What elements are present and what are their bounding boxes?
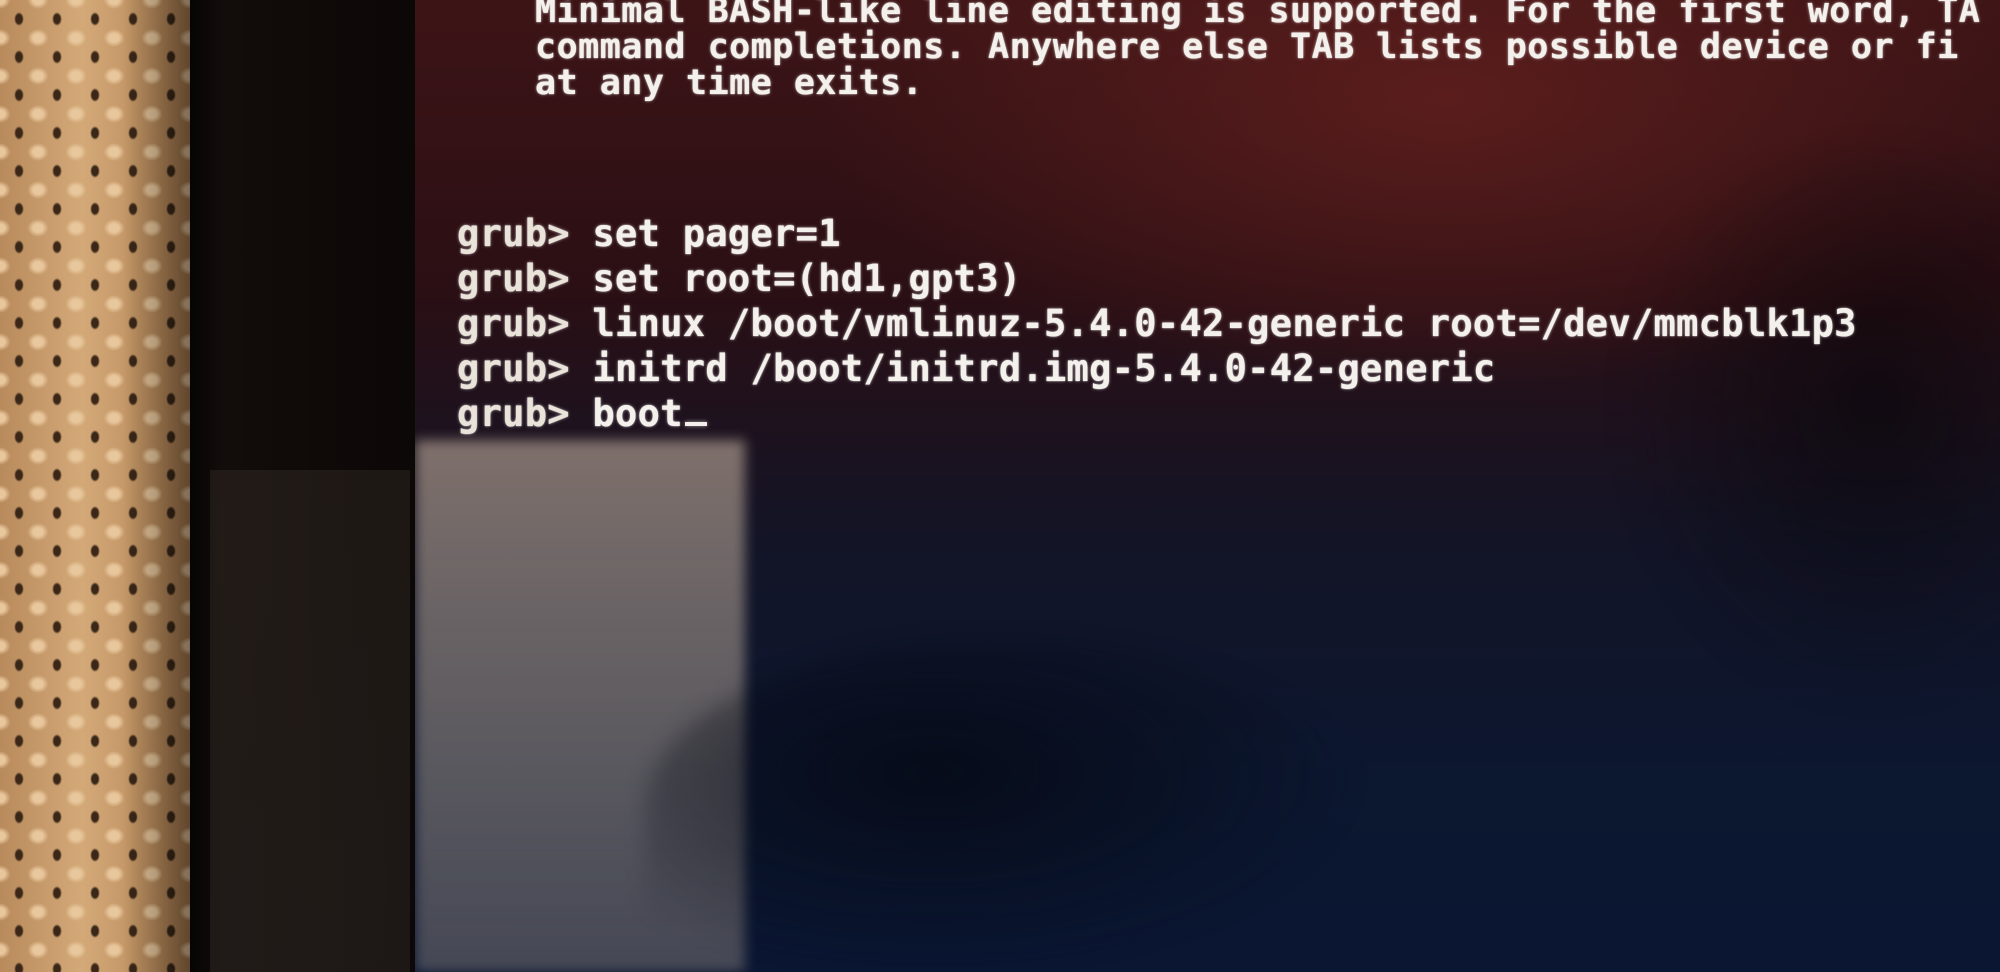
help-text-line-2: command completions. Anywhere else TAB l… <box>535 27 1959 67</box>
command-line-4: grub> initrd /boot/initrd.img-5.4.0-42-g… <box>457 350 1496 387</box>
command-text: initrd /boot/initrd.img-5.4.0-42-generic <box>592 347 1496 390</box>
command-text: set pager=1 <box>592 212 841 255</box>
photo-scene: Minimal BASH-like line editing is suppor… <box>0 0 2000 972</box>
laptop-screen: Minimal BASH-like line editing is suppor… <box>415 0 2000 972</box>
current-command-input[interactable]: boot <box>592 392 682 435</box>
help-text-line-1: Minimal BASH-like line editing is suppor… <box>535 0 1981 31</box>
command-line-3: grub> linux /boot/vmlinuz-5.4.0-42-gener… <box>457 305 1857 342</box>
grub-terminal[interactable]: Minimal BASH-like line editing is suppor… <box>415 0 2000 972</box>
command-line-5[interactable]: grub> boot <box>457 395 707 432</box>
text-cursor <box>684 422 707 426</box>
grub-prompt: grub> <box>457 212 570 255</box>
fabric-shadow <box>0 0 205 972</box>
command-text: set root=(hd1,gpt3) <box>592 257 1022 300</box>
command-line-1: grub> set pager=1 <box>457 215 841 252</box>
grub-prompt: grub> <box>457 347 570 390</box>
grub-prompt: grub> <box>457 302 570 345</box>
grub-prompt: grub> <box>457 257 570 300</box>
command-text: linux /boot/vmlinuz-5.4.0-42-generic roo… <box>592 302 1857 345</box>
bezel-reflection <box>210 470 410 972</box>
help-text-line-3: at any time exits. <box>535 63 924 103</box>
grub-prompt: grub> <box>457 392 570 435</box>
command-line-2: grub> set root=(hd1,gpt3) <box>457 260 1021 297</box>
